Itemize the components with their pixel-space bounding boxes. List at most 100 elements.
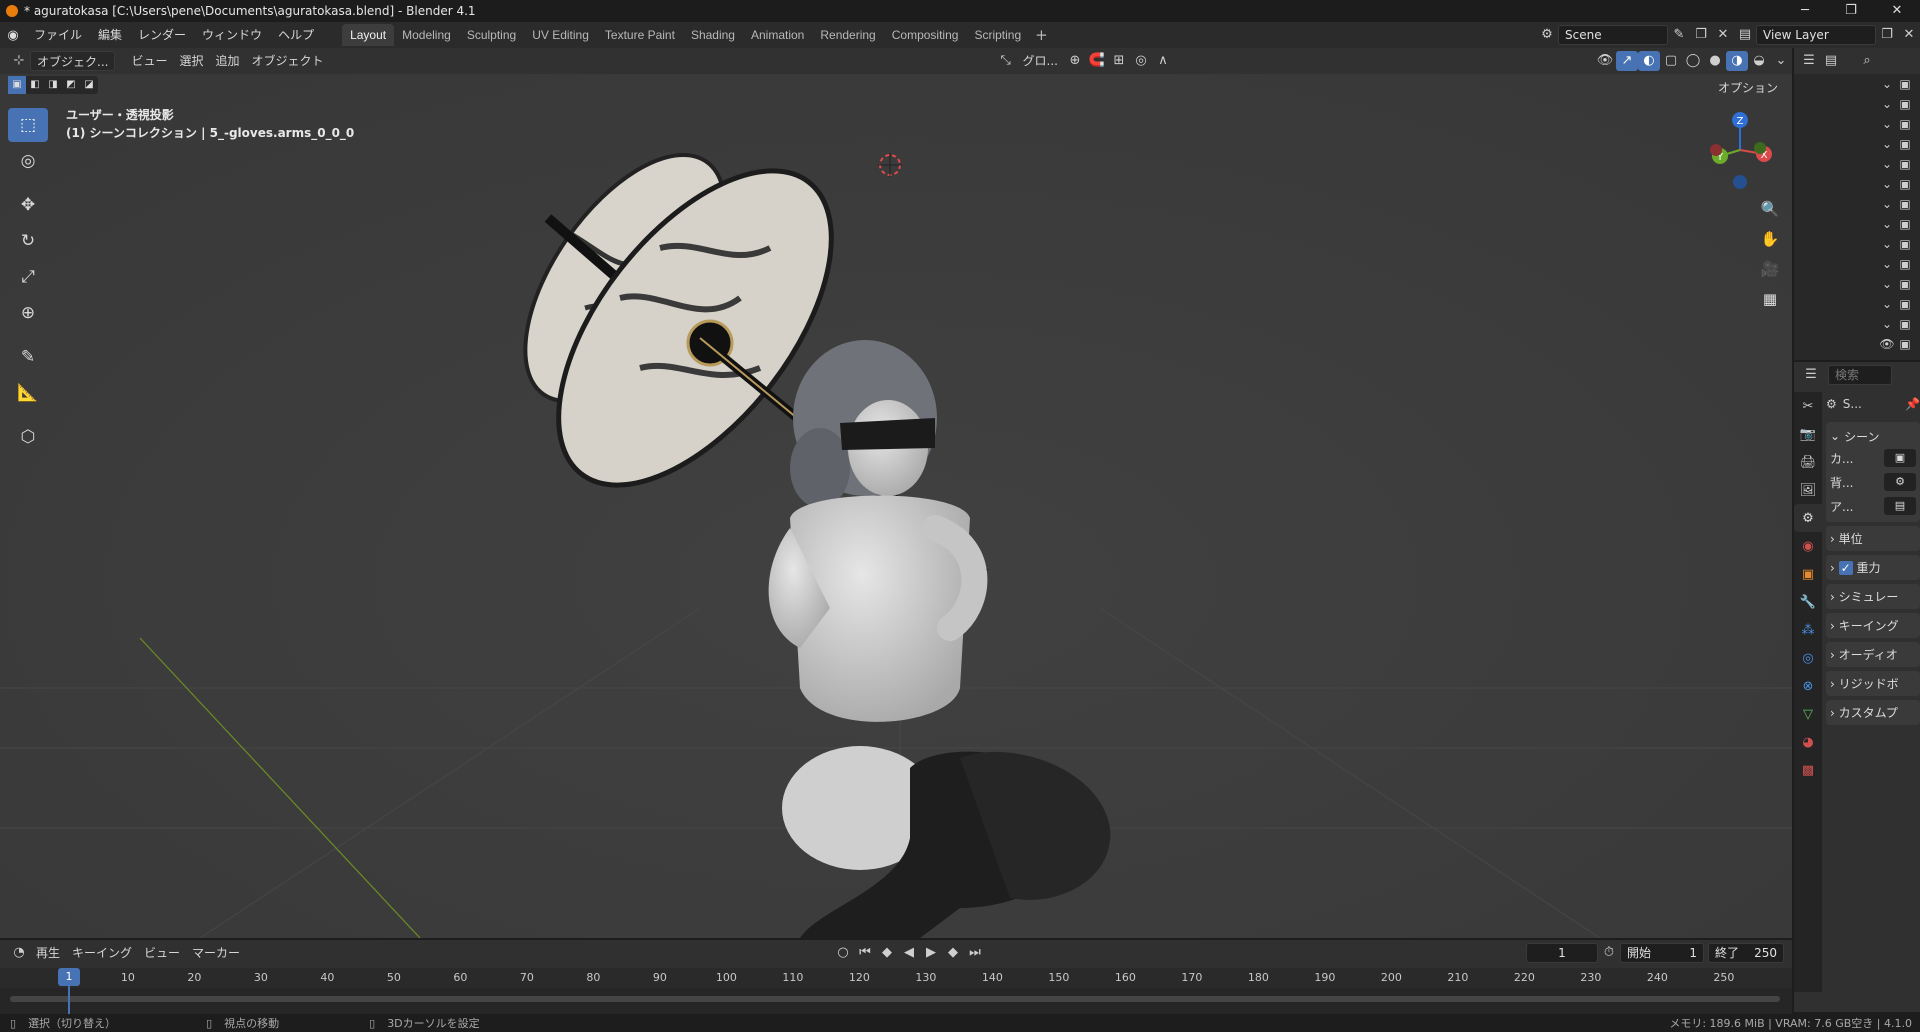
new-scene-icon[interactable]: ❐ [1690, 25, 1712, 45]
particles-tab-icon[interactable]: ⁂ [1794, 616, 1822, 644]
menu-render[interactable]: レンダー [130, 25, 194, 45]
chevron-right-icon[interactable]: › [1830, 532, 1835, 546]
menu-playback[interactable]: 再生 [30, 943, 66, 963]
chevron-right-icon[interactable]: › [1830, 706, 1835, 720]
keying-panel[interactable]: › キーイング [1826, 613, 1920, 638]
pivot-point-icon[interactable]: ⊕ [1064, 51, 1086, 71]
audio-panel[interactable]: › オーディオ [1826, 642, 1920, 667]
camera-icon[interactable]: ▣ [1896, 277, 1914, 291]
chevron-right-icon[interactable]: › [1830, 648, 1835, 662]
chevron-down-icon[interactable]: ⌄ [1878, 117, 1896, 131]
units-panel[interactable]: › 単位 [1826, 526, 1920, 551]
pin-icon[interactable]: 📌 [1905, 397, 1920, 411]
frame-ruler[interactable]: 10 20 30 40 50 60 70 80 90 100 110 120 130 140 150 160 1… [0, 968, 1792, 988]
simulation-panel[interactable]: › シミュレー [1826, 584, 1920, 609]
list-item[interactable]: ⌄ ▣ [1794, 274, 1920, 294]
camera-icon[interactable]: ▣ [1896, 317, 1914, 331]
menu-timeline-view[interactable]: ビュー [138, 943, 186, 963]
play-icon[interactable]: ▶ [920, 943, 942, 963]
chevron-right-icon[interactable]: › [1830, 619, 1835, 633]
frame-end-field[interactable]: 終了 250 [1708, 943, 1784, 963]
camera-icon[interactable]: ▣ [1896, 157, 1914, 171]
chevron-down-icon[interactable]: ⌄ [1878, 157, 1896, 171]
render-tab-icon[interactable]: 📷 [1794, 420, 1822, 448]
camera-icon[interactable]: ▣ [1896, 297, 1914, 311]
properties-editor-icon[interactable]: ☰ [1800, 365, 1822, 385]
3d-viewport[interactable]: ⊹ オブジェク... ビュー 選択 追加 オブジェクト ⤡ グロ... ⊕ 🧲 … [0, 48, 1792, 938]
transform-tool-icon[interactable]: ⊕ [8, 296, 48, 330]
world-tab-icon[interactable]: ◉ [1794, 532, 1822, 560]
menu-edit[interactable]: 編集 [90, 25, 130, 45]
view-layer-field[interactable]: View Layer [1756, 25, 1876, 45]
overlay-toggle-icon[interactable]: ◐ [1638, 51, 1660, 71]
transform-orientation-icon[interactable]: ⤡ [995, 51, 1017, 71]
auto-key-icon[interactable]: ○ [832, 943, 854, 963]
camera-view-icon[interactable]: 🎥 [1757, 256, 1783, 282]
display-mode-icon[interactable]: ▤ [1820, 51, 1842, 71]
view-layer-icon[interactable]: ▤ [1734, 25, 1756, 45]
editor-type-icon[interactable]: ⊹ [8, 51, 30, 71]
list-item[interactable]: ⌄ ▣ [1794, 134, 1920, 154]
eye-icon[interactable]: 👁 [1878, 337, 1896, 351]
jump-end-icon[interactable]: ⏭ [964, 943, 986, 963]
chevron-down-icon[interactable]: ⌄ [1878, 257, 1896, 271]
list-item[interactable]: ⌄ ▣ [1794, 234, 1920, 254]
menu-view[interactable]: ビュー [125, 51, 173, 71]
menu-window[interactable]: ウィンドウ [194, 25, 270, 45]
close-button[interactable]: ✕ [1874, 0, 1920, 22]
menu-add[interactable]: 追加 [209, 51, 245, 71]
clock-icon[interactable]: ⏱ [1598, 943, 1620, 963]
menu-help[interactable]: ヘルプ [270, 25, 322, 45]
constraints-tab-icon[interactable]: ⊗ [1794, 672, 1822, 700]
chevron-down-icon[interactable]: ⌄ [1878, 77, 1896, 91]
chevron-down-icon[interactable]: ⌄ [1878, 197, 1896, 211]
texture-tab-icon[interactable]: ▩ [1794, 756, 1822, 784]
material-tab-icon[interactable]: ◕ [1794, 728, 1822, 756]
scene-tab-icon[interactable]: ⚙ [1794, 504, 1822, 532]
list-item[interactable]: ⌄ ▣ [1794, 114, 1920, 134]
zoom-icon[interactable]: 🔍 [1757, 196, 1783, 222]
xray-icon[interactable]: ▢ [1660, 51, 1682, 71]
camera-icon[interactable]: ▣ [1896, 137, 1914, 151]
current-frame-field[interactable]: 1 [1526, 943, 1598, 963]
list-item[interactable]: ⌄ ▣ [1794, 254, 1920, 274]
viewport-scene[interactable] [0, 48, 1792, 938]
tab-modeling[interactable]: Modeling [394, 24, 459, 46]
add-workspace-button[interactable]: + [1029, 26, 1054, 44]
scale-tool-icon[interactable]: ⤢ [8, 260, 48, 294]
physics-tab-icon[interactable]: ◎ [1794, 644, 1822, 672]
falloff-icon[interactable]: ∧ [1152, 51, 1174, 71]
camera-icon[interactable]: ▣ [1896, 177, 1914, 191]
menu-marker[interactable]: マーカー [186, 943, 246, 963]
timeline-scrollbar[interactable] [10, 996, 1780, 1002]
tool-tab-icon[interactable]: ✂ [1794, 392, 1822, 420]
frame-start-field[interactable]: 開始 1 [1620, 943, 1704, 963]
list-item[interactable]: ⌄ ▣ [1794, 94, 1920, 114]
jump-start-icon[interactable]: ⏮ [854, 943, 876, 963]
tab-animation[interactable]: Animation [743, 24, 812, 46]
play-reverse-icon[interactable]: ◀ [898, 943, 920, 963]
properties-editor[interactable]: ☰ 検索 ✂ 📷 🖨 🖼 ⚙ ◉ ▣ 🔧 ⁂ ◎ ⊗ ▽ ◕ ▩ ⚙ S... … [1792, 360, 1920, 1012]
select-subtract-icon[interactable]: ◨ [44, 76, 62, 94]
remove-view-layer-icon[interactable]: ✕ [1898, 25, 1920, 45]
chevron-down-icon[interactable]: ⌄ [1878, 97, 1896, 111]
rotate-tool-icon[interactable]: ↻ [8, 224, 48, 258]
chevron-down-icon[interactable]: ⌄ [1878, 177, 1896, 191]
select-extend-icon[interactable]: ◧ [26, 76, 44, 94]
chevron-right-icon[interactable]: › [1830, 590, 1835, 604]
scene-field[interactable]: Scene [1558, 25, 1668, 45]
properties-search-input[interactable]: 検索 [1828, 365, 1892, 385]
camera-icon[interactable]: ▣ [1896, 97, 1914, 111]
remove-scene-icon[interactable]: ✕ [1712, 25, 1734, 45]
rigid-body-panel[interactable]: › リジッドボ [1826, 671, 1920, 696]
menu-select[interactable]: 選択 [173, 51, 209, 71]
menu-object[interactable]: オブジェクト [246, 51, 330, 71]
camera-icon[interactable]: ▣ [1896, 217, 1914, 231]
chevron-right-icon[interactable]: › [1830, 561, 1835, 575]
snap-target-icon[interactable]: ⊞ [1108, 51, 1130, 71]
tab-sculpting[interactable]: Sculpting [459, 24, 524, 46]
chevron-right-icon[interactable]: › [1830, 677, 1835, 691]
view-layer-tab-icon[interactable]: 🖼 [1794, 476, 1822, 504]
camera-icon[interactable]: ▣ [1896, 237, 1914, 251]
pin-icon[interactable]: ✎ [1668, 25, 1690, 45]
